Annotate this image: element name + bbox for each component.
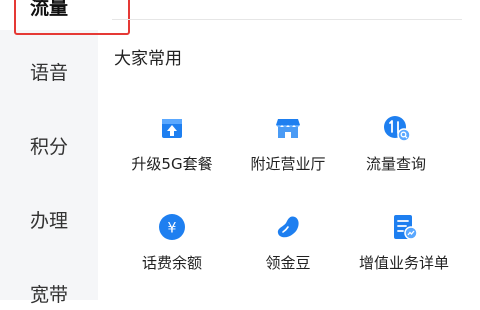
service-upgrade-5g[interactable]: 升级5G套餐 [113,113,231,174]
service-label: 流量查询 [365,155,426,173]
store-icon [276,119,300,138]
sidebar-item-broadband[interactable]: 宽带 [0,280,98,310]
service-gold-bean[interactable]: 领金豆 [229,212,347,273]
upgrade-icon [162,119,182,138]
service-label: 领金豆 [265,254,311,272]
service-label: 附近营业厅 [250,155,326,173]
svg-text:¥: ¥ [168,221,177,237]
bean-icon [277,216,299,238]
selection-highlight [14,0,130,35]
category-sidebar: 流量 语音 积分 办理 宽带 [0,0,98,306]
sidebar-item-label: 办理 [29,210,68,232]
yuan-icon: ¥ [159,214,185,240]
sidebar-item-voice[interactable]: 语音 [0,58,98,88]
sidebar-item-label: 语音 [29,62,68,84]
section-title: 大家常用 [114,49,182,69]
service-data-query[interactable]: 流量查询 [337,113,455,174]
divider [112,19,462,20]
service-value-added-details[interactable]: 增值业务详单 [345,212,463,273]
service-balance[interactable]: ¥ 话费余额 [113,212,231,273]
service-label: 升级5G套餐 [131,155,213,173]
sidebar-item-handle[interactable]: 办理 [0,206,98,236]
service-label: 话费余额 [141,254,202,272]
service-label: 增值业务详单 [358,254,449,272]
sidebar-item-label: 宽带 [29,284,68,306]
service-nearby-store[interactable]: 附近营业厅 [229,113,347,174]
data-query-icon [384,116,411,142]
document-icon [394,215,418,240]
sidebar-item-label: 积分 [29,136,68,158]
sidebar-item-points[interactable]: 积分 [0,132,98,162]
